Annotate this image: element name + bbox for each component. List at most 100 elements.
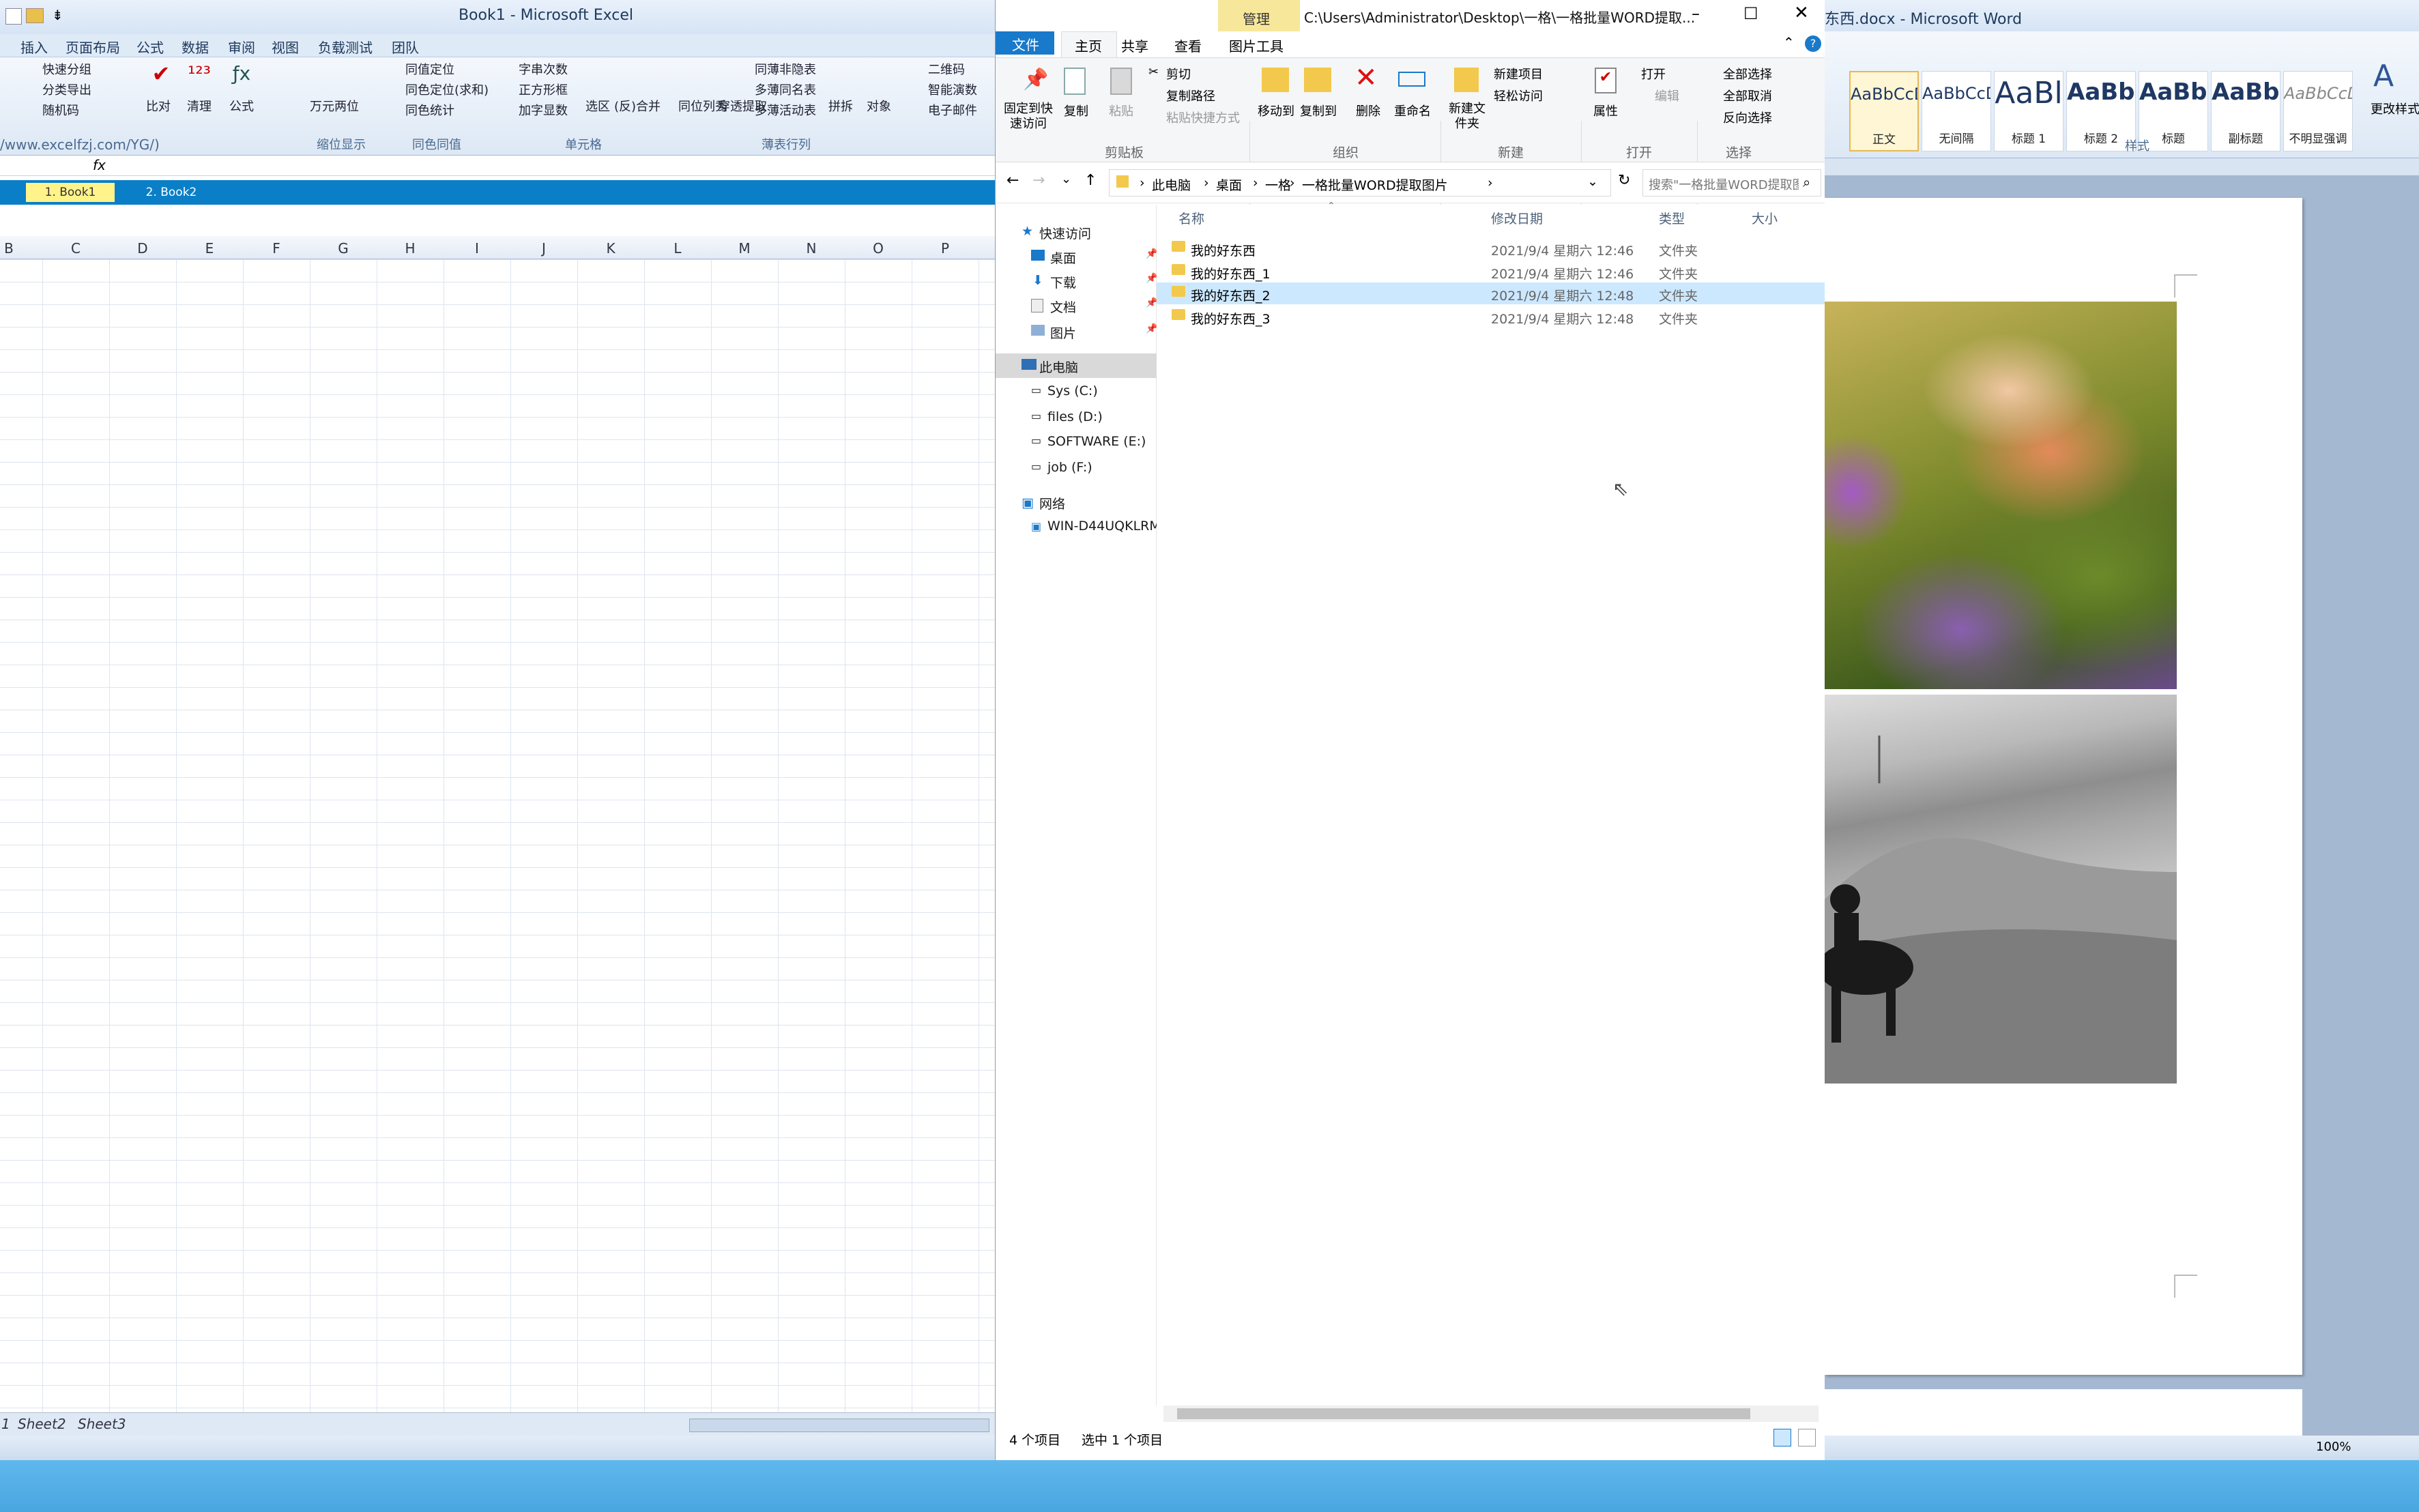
col-header[interactable]: K (577, 240, 644, 257)
column-type[interactable]: 类型 (1659, 209, 1685, 227)
file-row[interactable]: 我的好东西_3 2021/9/4 星期六 12:48 文件夹 (1157, 306, 1825, 328)
document-page[interactable] (1825, 198, 2302, 1375)
pin-quick-access-button[interactable]: 固定到快速访问 (1002, 102, 1054, 132)
recent-dropdown-icon[interactable]: ⌄ (1061, 172, 1071, 186)
breadcrumb-this-pc[interactable]: 此电脑 (1152, 175, 1191, 194)
menu-team[interactable]: 团队 (392, 37, 419, 57)
nav-desktop[interactable]: 桌面 (1050, 248, 1076, 267)
maximize-icon[interactable]: ☐ (1743, 4, 1758, 23)
select-none-button[interactable]: 全部取消 (1723, 87, 1772, 104)
object-button[interactable]: 对象 (867, 97, 891, 115)
ribbon-collapse-icon[interactable]: ⌃ (1783, 34, 1795, 50)
manage-tab[interactable]: 管理 (1243, 8, 1270, 28)
rename-button[interactable]: 重命名 (1394, 102, 1431, 119)
cut-button[interactable]: 剪切 (1166, 65, 1191, 83)
email-button[interactable]: 电子邮件 (928, 101, 977, 119)
refresh-icon[interactable]: ↻ (1618, 172, 1630, 189)
breadcrumb-desktop[interactable]: 桌面 (1216, 175, 1242, 194)
column-size[interactable]: 大小 (1752, 209, 1778, 227)
nav-pictures[interactable]: 图片 (1050, 323, 1076, 342)
style-heading-1[interactable]: AaBl 标题 1 (1994, 71, 2063, 151)
new-item-button[interactable]: 新建项目 (1494, 65, 1543, 83)
select-area-button[interactable]: 选区 (585, 97, 610, 115)
fx-label[interactable]: fx (93, 157, 106, 173)
forward-icon[interactable]: → (1032, 172, 1045, 189)
nav-drive-f[interactable]: job (F:) (1047, 460, 1092, 475)
file-list-hscroll[interactable] (1163, 1406, 1819, 1422)
col-header[interactable]: C (42, 240, 109, 257)
nav-network-pc[interactable]: WIN-D44UQKLRM (1047, 519, 1161, 534)
category-export-button[interactable]: 分类导出 (42, 81, 91, 98)
file-row[interactable]: 我的好东西_1 2021/9/4 星期六 12:46 文件夹 (1157, 261, 1825, 282)
ruler[interactable] (1825, 158, 2419, 176)
random-code-button[interactable]: 随机码 (42, 101, 79, 119)
nav-drive-d[interactable]: files (D:) (1047, 409, 1103, 424)
up-icon[interactable]: ↑ (1084, 172, 1097, 189)
details-view-icon[interactable] (1773, 1429, 1791, 1446)
move-to-button[interactable]: 移动到 (1258, 102, 1294, 119)
select-all-button[interactable]: 全部选择 (1723, 65, 1772, 83)
menu-formulas[interactable]: 公式 (136, 37, 164, 57)
nav-documents[interactable]: 文档 (1050, 297, 1076, 316)
nav-quick-access[interactable]: 快速访问 (1039, 224, 1091, 242)
square-box-button[interactable]: 正方形框 (519, 81, 568, 98)
easy-access-button[interactable]: 轻松访问 (1494, 87, 1543, 104)
split-join-button[interactable]: 拼拆 (828, 97, 853, 115)
unmerge-button[interactable]: (反)合并 (614, 97, 661, 115)
photo-flowers[interactable] (1825, 302, 2177, 689)
nav-network[interactable]: 网络 (1039, 494, 1065, 512)
copy-button[interactable]: 复制 (1064, 102, 1088, 119)
breadcrumb-current[interactable]: 一格批量WORD提取图片 (1302, 175, 1448, 194)
help-icon[interactable]: ? (1805, 35, 1821, 52)
column-name[interactable]: 名称 (1178, 209, 1204, 227)
address-bar[interactable]: › 此电脑 › 桌面 › 一格 › 一格批量WORD提取图片 › ⌄ (1109, 169, 1611, 197)
copy-to-button[interactable]: 复制到 (1300, 102, 1337, 119)
col-header[interactable]: B (0, 240, 42, 257)
same-value-locate-button[interactable]: 同值定位 (405, 60, 454, 78)
same-color-stats-button[interactable]: 同色统计 (405, 101, 454, 119)
open-button[interactable]: 打开 (1641, 65, 1666, 83)
col-header[interactable]: L (644, 240, 711, 257)
add-text-button[interactable]: 加字显数 (519, 101, 568, 119)
large-icons-view-icon[interactable] (1798, 1429, 1816, 1446)
column-date[interactable]: 修改日期 (1491, 209, 1543, 227)
horizontal-scrollbar[interactable] (689, 1419, 989, 1432)
minimize-icon[interactable]: – (1692, 4, 1700, 23)
file-row[interactable]: 我的好东西 2021/9/4 星期六 12:46 文件夹 (1157, 237, 1825, 259)
col-header[interactable]: H (377, 240, 444, 257)
same-color-sum-button[interactable]: 同色定位(求和) (405, 81, 489, 98)
address-dropdown-icon[interactable]: ⌄ (1587, 174, 1598, 189)
nav-drive-c[interactable]: Sys (C:) (1047, 383, 1098, 398)
file-row-selected[interactable]: 我的好东西_2 2021/9/4 星期六 12:48 文件夹 (1157, 282, 1825, 304)
sheet-tab-1[interactable]: 1 (1, 1416, 10, 1432)
nav-downloads[interactable]: 下载 (1050, 273, 1076, 291)
col-header[interactable]: G (310, 240, 377, 257)
paste-shortcut-button[interactable]: 粘贴快捷方式 (1166, 108, 1240, 126)
tab-home[interactable]: 主页 (1075, 35, 1102, 55)
compare-button[interactable]: 比对 (146, 97, 171, 115)
style-subtitle[interactable]: AaBbC 副标题 (2211, 71, 2280, 151)
menu-data[interactable]: 数据 (182, 37, 209, 57)
tab-file[interactable]: 文件 (1012, 34, 1039, 54)
menu-load-test[interactable]: 负载测试 (318, 37, 373, 57)
photo-horse-rider[interactable] (1825, 695, 2177, 1084)
col-header[interactable]: D (109, 240, 176, 257)
zoom-level[interactable]: 100% (2316, 1440, 2351, 1454)
col-header[interactable]: F (243, 240, 310, 257)
clear-button[interactable]: 清理 (187, 97, 212, 115)
wan-yuan-button[interactable]: 万元两位 (310, 97, 359, 115)
multi-book-active-button[interactable]: 多薄活动表 (755, 101, 816, 119)
style-subtle-emphasis[interactable]: AaBbCcDc 不明显强调 (2283, 71, 2353, 151)
tab-view[interactable]: 查看 (1174, 35, 1202, 55)
qr-code-button[interactable]: 二维码 (928, 60, 965, 78)
col-header[interactable]: O (845, 240, 912, 257)
sheet-tab-sheet3[interactable]: Sheet3 (78, 1416, 126, 1432)
edit-button[interactable]: 编辑 (1655, 87, 1679, 104)
string-count-button[interactable]: 字串次数 (519, 60, 568, 78)
invert-selection-button[interactable]: 反向选择 (1723, 108, 1772, 126)
style-no-spacing[interactable]: AaBbCcDc 无间隔 (1922, 71, 1991, 151)
formula-button[interactable]: 公式 (229, 97, 254, 115)
properties-button[interactable]: 属性 (1593, 102, 1618, 119)
hscroll-thumb[interactable] (1177, 1408, 1750, 1419)
col-header[interactable]: I (444, 240, 510, 257)
